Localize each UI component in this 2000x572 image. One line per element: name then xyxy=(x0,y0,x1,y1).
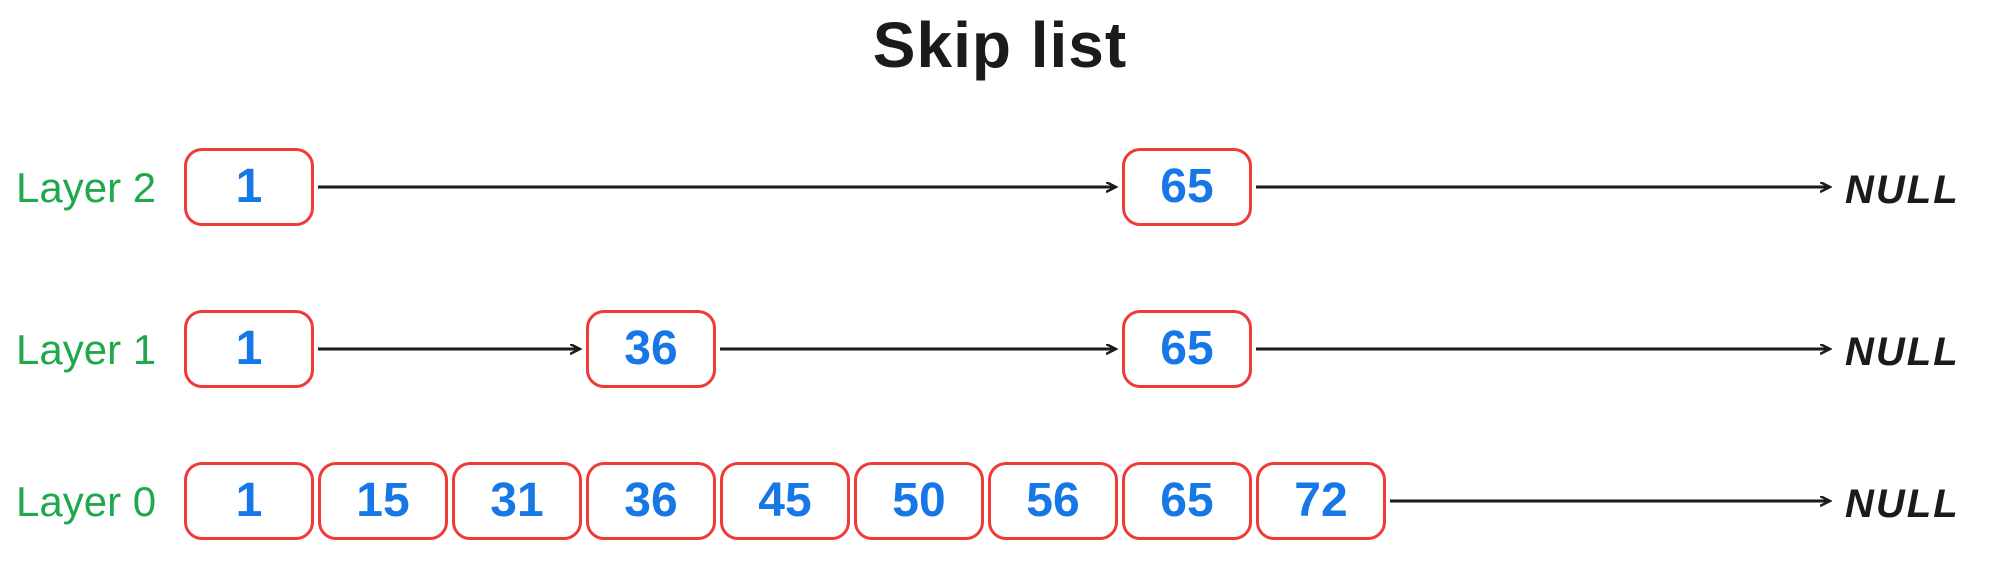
null-layer1: NULL xyxy=(1845,330,1960,375)
node-layer0-5: 50 xyxy=(854,462,984,540)
node-layer2-0: 1 xyxy=(184,148,314,226)
node-layer0-0: 1 xyxy=(184,462,314,540)
node-layer0-1: 15 xyxy=(318,462,448,540)
node-layer0-4: 45 xyxy=(720,462,850,540)
node-layer1-1: 36 xyxy=(586,310,716,388)
layer-0-label: Layer 0 xyxy=(16,478,156,526)
layer-1-label: Layer 1 xyxy=(16,326,156,374)
node-layer0-8: 72 xyxy=(1256,462,1386,540)
node-layer0-3: 36 xyxy=(586,462,716,540)
node-layer1-0: 1 xyxy=(184,310,314,388)
node-layer1-2: 65 xyxy=(1122,310,1252,388)
skip-list-diagram: Skip list Layer 2 Layer 1 Layer 0 1 65 N… xyxy=(0,0,2000,572)
node-layer0-2: 31 xyxy=(452,462,582,540)
diagram-title: Skip list xyxy=(0,8,2000,82)
node-layer0-7: 65 xyxy=(1122,462,1252,540)
node-layer0-6: 56 xyxy=(988,462,1118,540)
node-layer2-1: 65 xyxy=(1122,148,1252,226)
null-layer0: NULL xyxy=(1845,482,1960,527)
layer-2-label: Layer 2 xyxy=(16,164,156,212)
null-layer2: NULL xyxy=(1845,168,1960,213)
